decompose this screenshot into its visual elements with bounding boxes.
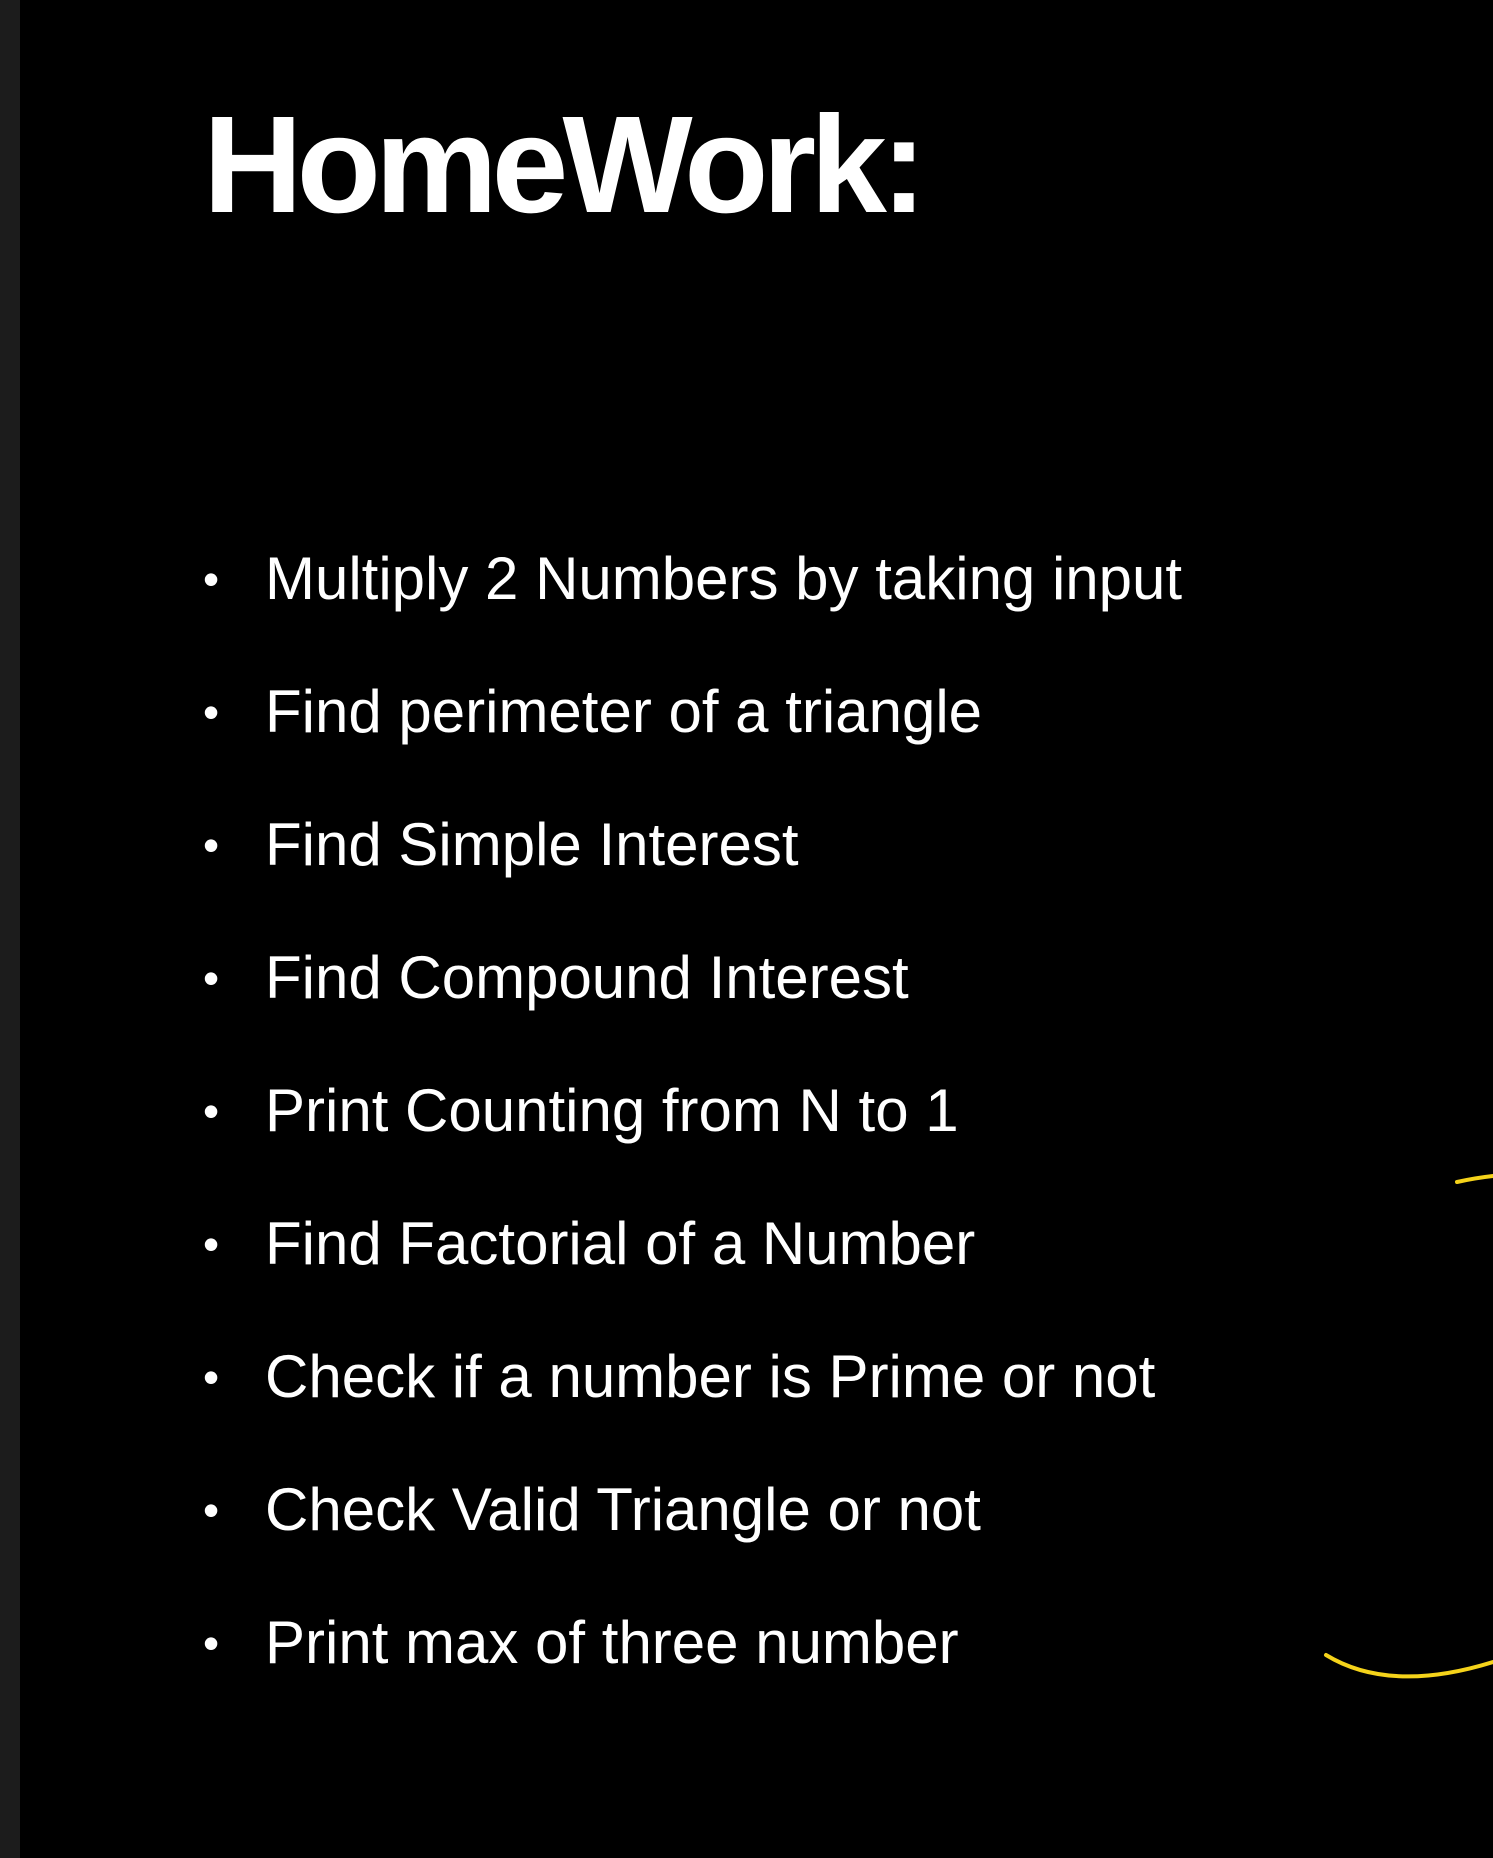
list-item-text: Multiply 2 Numbers by taking input (265, 545, 1183, 612)
list-item-text: Find Simple Interest (265, 811, 799, 878)
bullet-icon: • (203, 1085, 220, 1137)
bullet-icon: • (203, 952, 220, 1004)
bullet-icon: • (203, 553, 220, 605)
slide-title: HomeWork: (203, 88, 927, 242)
list-item: • Check Valid Triangle or not (203, 1475, 1182, 1608)
bullet-icon: • (203, 819, 220, 871)
list-item-text: Find perimeter of a triangle (265, 678, 983, 745)
list-item-text: Print Counting from N to 1 (265, 1077, 959, 1144)
list-item-text: Find Factorial of a Number (265, 1210, 976, 1277)
list-item-text: Find Compound Interest (265, 944, 909, 1011)
slide-canvas: HomeWork: • Multiply 2 Numbers by taking … (20, 0, 1493, 1858)
list-item: • Find perimeter of a triangle (203, 677, 1182, 810)
homework-list: • Multiply 2 Numbers by taking input • Fin… (203, 544, 1182, 1741)
bullet-icon: • (203, 1617, 220, 1669)
list-item: • Print Counting from N to 1 (203, 1076, 1182, 1209)
list-item: • Multiply 2 Numbers by taking input (203, 544, 1182, 677)
list-item: • Check if a number is Prime or not (203, 1342, 1182, 1475)
list-item: • Find Factorial of a Number (203, 1209, 1182, 1342)
bullet-icon: • (203, 686, 220, 738)
list-item-text: Print max of three number (265, 1609, 959, 1676)
pen-stroke-top (1455, 1174, 1493, 1184)
list-item-text: Check if a number is Prime or not (265, 1343, 1156, 1410)
window-edge (0, 0, 20, 1858)
list-item: • Find Simple Interest (203, 810, 1182, 943)
list-item: • Find Compound Interest (203, 943, 1182, 1076)
bullet-icon: • (203, 1218, 220, 1270)
list-item-text: Check Valid Triangle or not (265, 1476, 981, 1543)
bullet-icon: • (203, 1484, 220, 1536)
list-item: • Print max of three number (203, 1608, 1182, 1741)
bullet-icon: • (203, 1351, 220, 1403)
pen-stroke-bottom (1324, 1653, 1493, 1679)
